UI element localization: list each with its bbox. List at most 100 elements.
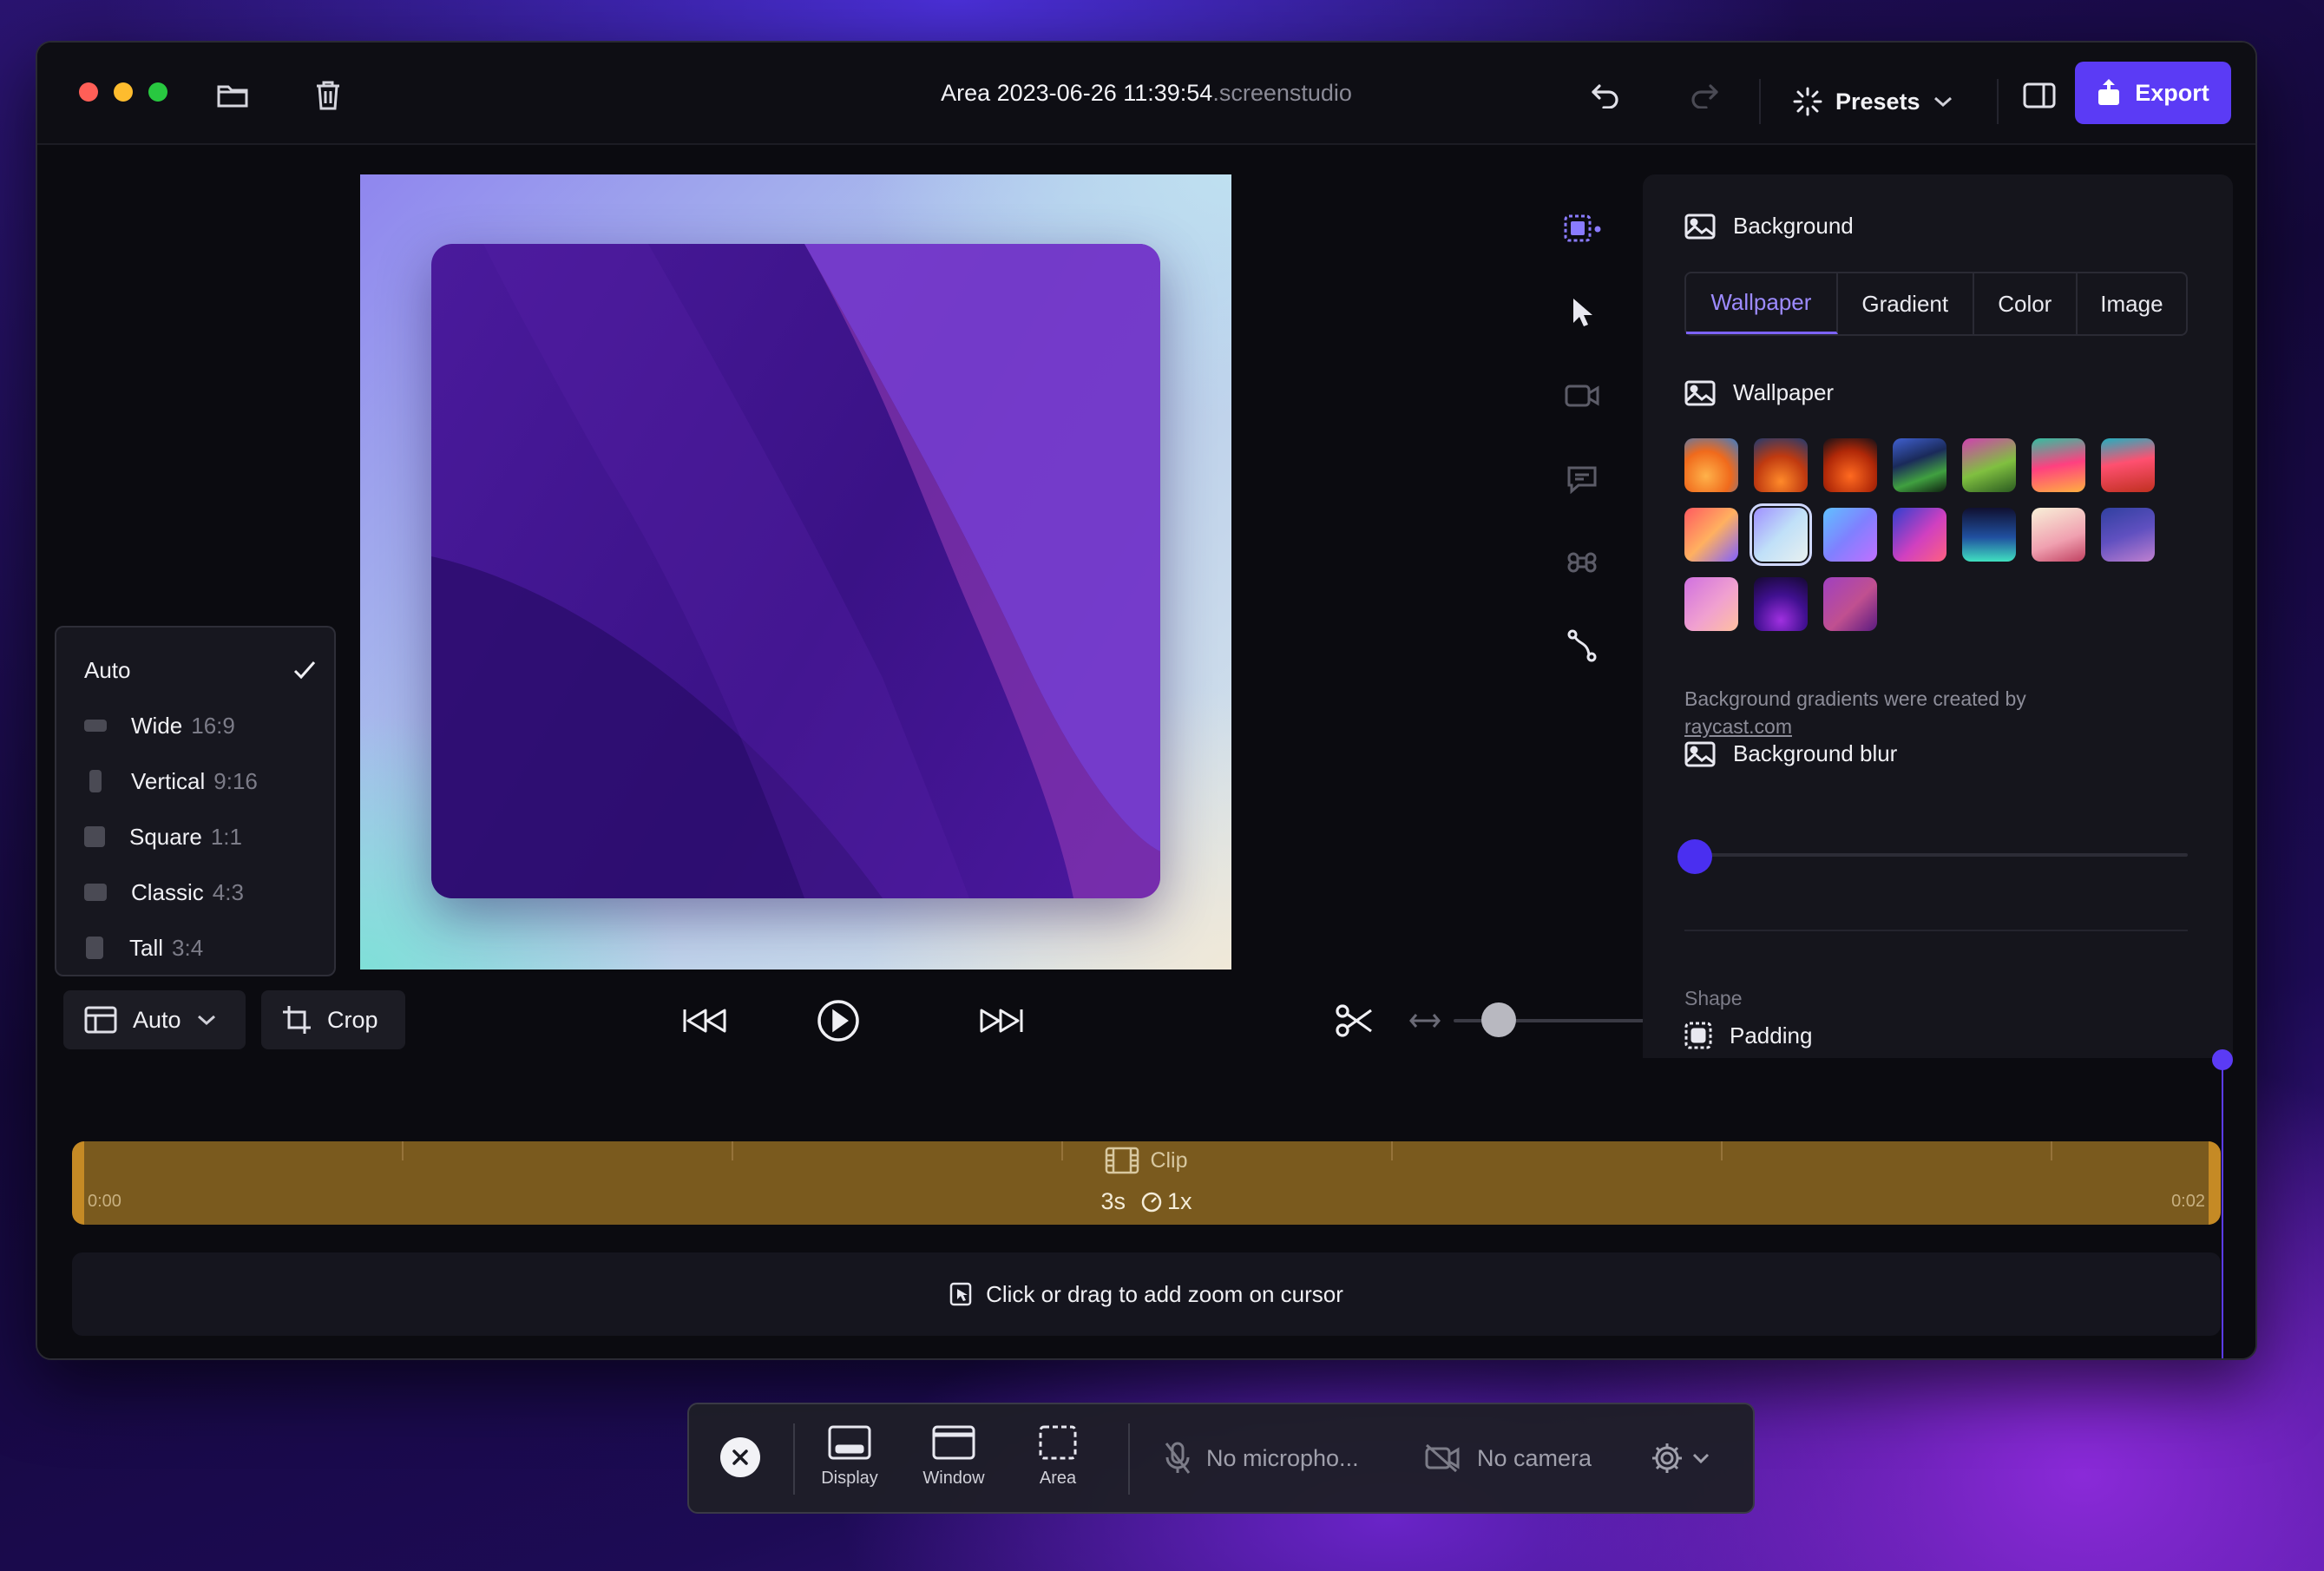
clip-info: 3s 1x	[84, 1188, 2209, 1215]
crop-button[interactable]: Crop	[261, 990, 405, 1049]
microphone-off-icon	[1165, 1442, 1191, 1475]
play-icon	[817, 999, 860, 1042]
playhead-handle[interactable]	[2212, 1049, 2233, 1070]
wallpaper-swatch[interactable]	[1754, 577, 1808, 631]
tab-gradient[interactable]: Gradient	[1838, 273, 1974, 334]
background-blur-knob[interactable]	[1677, 839, 1712, 874]
padding-header: Padding	[1684, 1022, 1812, 1049]
crop-icon	[282, 1005, 312, 1035]
presets-button[interactable]: Presets	[1792, 77, 1953, 126]
tab-wallpaper[interactable]: Wallpaper	[1686, 273, 1838, 334]
speed-gauge-icon	[1141, 1192, 1162, 1213]
tool-captions[interactable]	[1560, 457, 1604, 501]
zoom-lane[interactable]: Click or drag to add zoom on cursor	[72, 1252, 2221, 1336]
video-camera-icon	[1565, 384, 1599, 408]
wallpaper-swatch[interactable]	[1754, 438, 1808, 492]
clip-block[interactable]: Clip 3s 1x 0:00 0:02	[72, 1141, 2221, 1225]
microphone-selector[interactable]: No micropho...	[1165, 1404, 1359, 1512]
aspect-option-classic[interactable]: Classic 4:3	[84, 871, 317, 914]
padding-title: Padding	[1730, 1022, 1812, 1049]
sidebar-toggle-icon[interactable]	[2018, 74, 2061, 117]
wallpaper-swatch[interactable]	[2032, 508, 2085, 562]
aspect-option-label: Square	[129, 824, 202, 851]
tool-camera[interactable]	[1560, 374, 1604, 417]
wallpaper-swatch[interactable]	[1962, 508, 2016, 562]
tool-shortcuts[interactable]	[1560, 541, 1604, 584]
split-clip-button[interactable]	[1330, 997, 1377, 1044]
window-label: Window	[922, 1469, 984, 1489]
aspect-option-label: Auto	[84, 657, 131, 684]
aspect-option-tall[interactable]: Tall 3:4	[84, 926, 317, 970]
aspect-option-ratio: 9:16	[213, 768, 258, 795]
aspect-option-square[interactable]: Square 1:1	[84, 815, 317, 858]
aspect-ratio-dropdown[interactable]: Auto	[63, 990, 246, 1049]
camera-selector[interactable]: No camera	[1425, 1404, 1592, 1512]
wallpaper-swatch[interactable]	[1684, 577, 1738, 631]
wallpaper-preview-image	[431, 244, 1160, 898]
wallpaper-swatch[interactable]	[1823, 577, 1877, 631]
wallpaper-swatch[interactable]	[2101, 508, 2155, 562]
skip-forward-icon	[979, 1008, 1024, 1034]
area-selection-icon	[1039, 1425, 1077, 1460]
title-extension: .screenstudio	[1212, 80, 1352, 107]
tab-color[interactable]: Color	[1974, 273, 2078, 334]
wallpaper-swatch[interactable]	[1684, 508, 1738, 562]
aspect-option-wide[interactable]: Wide 16:9	[84, 704, 317, 747]
wallpaper-swatch[interactable]	[1893, 508, 1947, 562]
chevron-down-icon	[1933, 95, 1953, 108]
raycast-link[interactable]: raycast.com	[1684, 713, 2026, 740]
undo-icon[interactable]	[1584, 74, 1627, 117]
aspect-option-auto[interactable]: Auto	[84, 648, 317, 692]
record-display-button[interactable]: Display	[811, 1425, 889, 1489]
wallpaper-section-header: Wallpaper	[1684, 379, 1834, 406]
title-main: Area 2023-06-26 11:39:54	[941, 80, 1212, 107]
aspect-option-ratio: 4:3	[213, 879, 244, 906]
wallpaper-swatch[interactable]	[1684, 438, 1738, 492]
close-recording-bar-button[interactable]	[720, 1437, 760, 1477]
image-icon	[1684, 214, 1716, 240]
play-button[interactable]	[813, 996, 863, 1046]
playhead[interactable]	[2222, 1058, 2223, 1358]
timeline-zoom-knob[interactable]	[1481, 1002, 1516, 1037]
image-icon	[1684, 741, 1716, 767]
background-title: Background	[1733, 213, 1854, 240]
redo-icon[interactable]	[1683, 74, 1726, 117]
background-type-tabs: Wallpaper Gradient Color Image	[1684, 272, 2188, 336]
skip-forward-button[interactable]	[978, 997, 1025, 1044]
background-blur-slider[interactable]	[1684, 853, 2188, 857]
wallpaper-swatch[interactable]	[1823, 438, 1877, 492]
padding-icon	[1684, 1022, 1712, 1049]
record-window-button[interactable]: Window	[915, 1425, 993, 1489]
wallpaper-swatch[interactable]	[1962, 438, 2016, 492]
wallpaper-swatch[interactable]	[2101, 438, 2155, 492]
preview-canvas[interactable]	[360, 174, 1231, 970]
toolbar-divider	[1997, 79, 1999, 124]
clip-duration: 3s	[1100, 1188, 1126, 1215]
close-icon	[732, 1449, 749, 1466]
wallpaper-swatch[interactable]	[2032, 438, 2085, 492]
tool-background[interactable]	[1560, 207, 1604, 251]
tool-motion[interactable]	[1560, 624, 1604, 667]
aspect-option-vertical[interactable]: Vertical 9:16	[84, 759, 317, 803]
aspect-option-label: Tall	[129, 935, 163, 962]
aspect-vertical-icon	[89, 770, 102, 792]
tool-cursor[interactable]	[1560, 291, 1604, 334]
recording-settings-button[interactable]	[1651, 1404, 1710, 1512]
aspect-classic-icon	[84, 884, 107, 901]
skip-back-button[interactable]	[681, 997, 728, 1044]
tab-image[interactable]: Image	[2078, 273, 2186, 334]
background-blur-title: Background blur	[1733, 740, 1897, 767]
clip-speed[interactable]: 1x	[1141, 1188, 1192, 1215]
aspect-option-label: Wide	[131, 713, 182, 739]
horizontal-arrows-icon	[1409, 1012, 1441, 1029]
wallpaper-swatch[interactable]	[1823, 508, 1877, 562]
wallpaper-swatch[interactable]	[1893, 438, 1947, 492]
camera-label: No camera	[1477, 1445, 1592, 1472]
record-area-button[interactable]: Area	[1019, 1425, 1097, 1489]
command-key-icon	[1567, 548, 1597, 577]
toolbar-divider	[793, 1423, 795, 1495]
wallpaper-swatch-selected[interactable]	[1754, 508, 1808, 562]
aspect-square-icon	[84, 826, 105, 847]
export-button[interactable]: Export	[2075, 62, 2231, 124]
camera-off-icon	[1425, 1443, 1461, 1473]
